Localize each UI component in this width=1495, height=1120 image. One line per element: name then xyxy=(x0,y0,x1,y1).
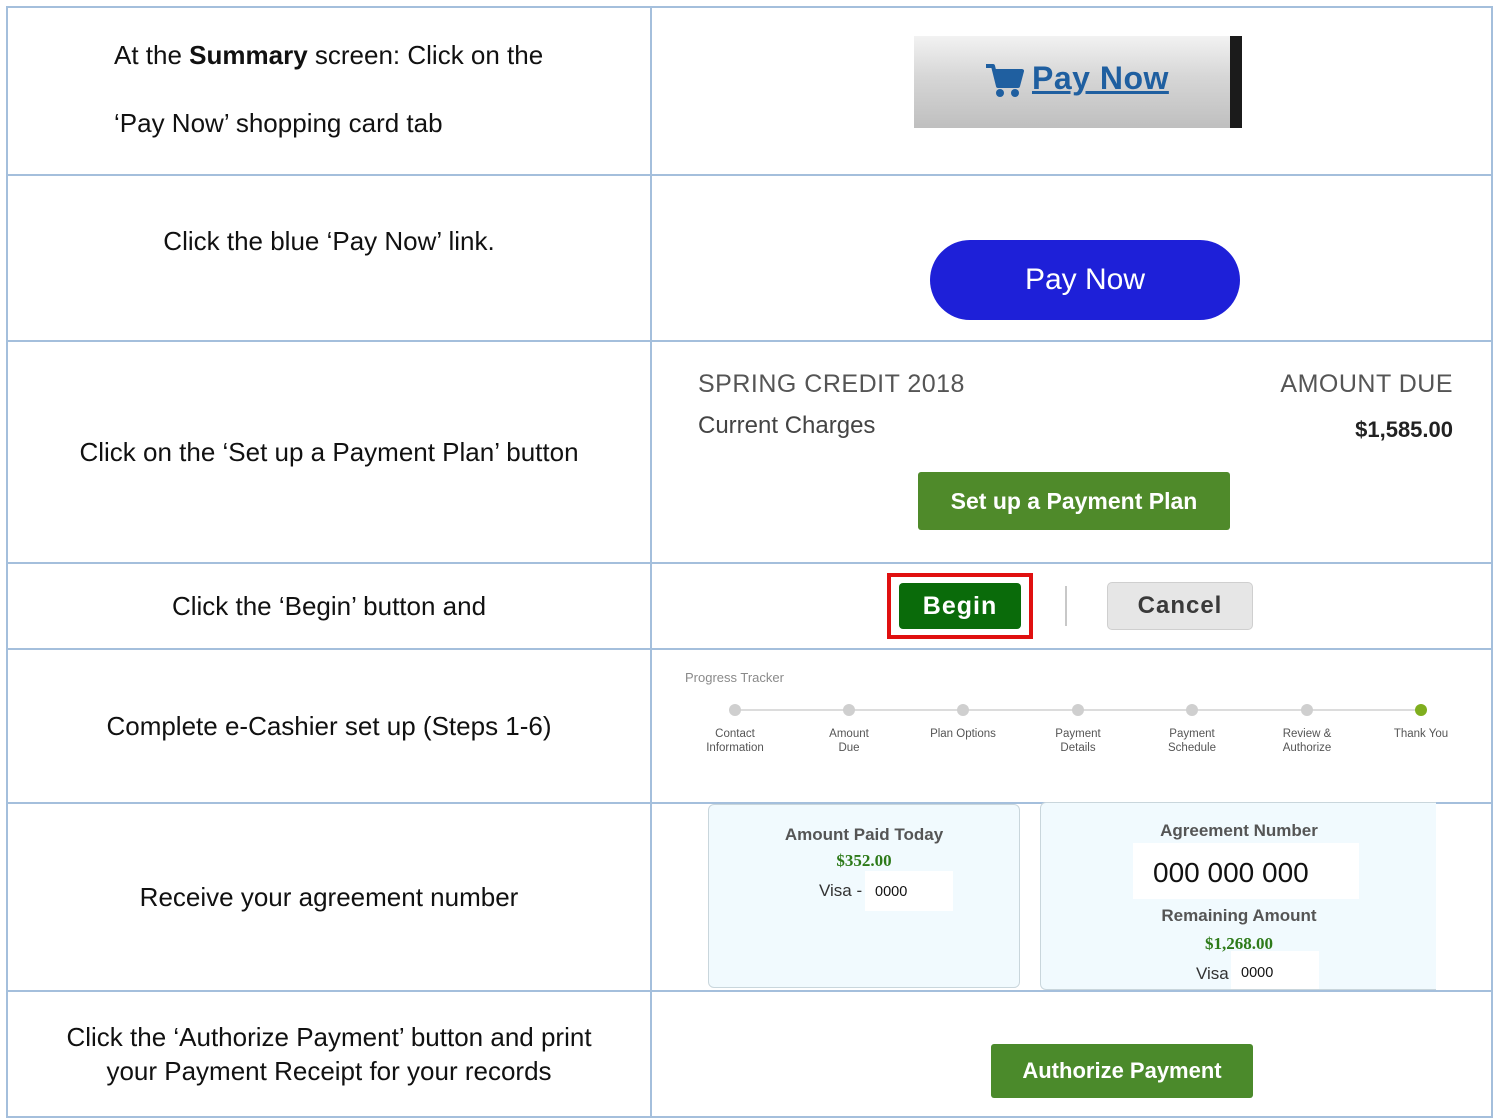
card-type-label: Visa xyxy=(1196,964,1229,983)
step-2-instruction: Click the blue ‘Pay Now’ link. xyxy=(8,176,650,340)
card-digits: 0000 xyxy=(875,884,908,900)
amount-due-value: $1,585.00 xyxy=(1355,417,1453,442)
step-3-image: SPRING CREDIT 2018 AMOUNT DUE Current Ch… xyxy=(652,342,1491,562)
amount-paid-value: $352.00 xyxy=(836,851,892,870)
instruction-table: At the Summary screen: Click on the ‘Pay… xyxy=(6,6,1493,1118)
step-4-image: Begin Cancel xyxy=(652,564,1491,648)
instruction-text: Click the ‘Authorize Payment’ button and… xyxy=(66,1022,592,1052)
step-7-image: Authorize Payment xyxy=(652,992,1491,1116)
instruction-text: Complete e-Cashier set up (Steps 1-6) xyxy=(106,711,552,741)
instruction-text: ‘Pay Now’ shopping card tab xyxy=(114,108,443,138)
pay-now-tab[interactable]: Pay Now xyxy=(914,36,1242,128)
progress-step-label-line: Due xyxy=(838,742,860,754)
progress-step-label-line: Details xyxy=(1060,742,1096,754)
instruction-text: At the xyxy=(114,40,190,70)
progress-step-label-line: Information xyxy=(706,742,764,754)
progress-step-label: Contact Information xyxy=(680,727,790,755)
progress-tracker: Progress Tracker Contact Information Amoun… xyxy=(652,650,1491,802)
step-3-instruction: Click on the ‘Set up a Payment Plan’ but… xyxy=(8,342,650,562)
instruction-text: Click the ‘Begin’ button and xyxy=(171,591,487,621)
step-7-instruction: Click the ‘Authorize Payment’ button and… xyxy=(8,992,650,1116)
card-digits-box: 0000 xyxy=(1231,951,1319,989)
agreement-number-box: 000 000 000 xyxy=(1133,843,1359,899)
authorize-payment-button[interactable]: Authorize Payment xyxy=(991,1044,1253,1098)
begin-highlight: Begin xyxy=(887,573,1033,639)
current-charges-label: Current Charges xyxy=(698,412,876,439)
card-digits: 0000 xyxy=(1241,965,1274,981)
progress-step-label-line: Payment xyxy=(1055,728,1101,740)
instruction-text: Click the blue ‘Pay Now’ link. xyxy=(163,226,495,256)
progress-step-label-line: Authorize xyxy=(1282,742,1332,754)
progress-step-label: Payment Schedule xyxy=(1137,727,1247,755)
instruction-text: Receive your agreement number xyxy=(139,882,519,912)
instruction-bold-text: Summary xyxy=(189,40,308,70)
progress-step-label-line: Payment xyxy=(1169,728,1215,740)
progress-step-label: Amount Due xyxy=(794,727,904,755)
agreement-number: 000 000 000 xyxy=(1153,857,1309,888)
pay-now-button[interactable]: Pay Now xyxy=(930,240,1240,320)
amount-paid-card: Amount Paid Today $352.00 Visa - 0000 xyxy=(708,804,1020,988)
progress-step-label-line: Review & xyxy=(1282,728,1332,740)
progress-step-dot xyxy=(1415,704,1427,716)
progress-step-label-line: Plan Options xyxy=(930,728,996,740)
term-label: SPRING CREDIT 2018 xyxy=(698,370,965,398)
cancel-button[interactable]: Cancel xyxy=(1107,582,1253,630)
progress-step-dot xyxy=(1186,704,1198,716)
progress-step-label: Plan Options xyxy=(908,727,1018,741)
progress-step-label: Payment Details xyxy=(1023,727,1133,755)
instruction-text: screen: Click on the xyxy=(307,40,544,70)
step-1-instruction: At the Summary screen: Click on the ‘Pay… xyxy=(8,8,650,174)
step-4-instruction: Click the ‘Begin’ button and xyxy=(8,564,650,648)
pay-now-tab-label: Pay Now xyxy=(1032,60,1169,96)
progress-step-dot xyxy=(729,704,741,716)
progress-step-label-line: Amount xyxy=(829,728,869,740)
card-type-label: Visa - xyxy=(819,881,863,900)
instruction-text: your Payment Receipt for your records xyxy=(106,1056,552,1086)
progress-step-label: Thank You xyxy=(1366,727,1476,741)
card-digits-box: 0000 xyxy=(865,871,953,911)
step-6-instruction: Receive your agreement number xyxy=(8,804,650,990)
setup-payment-plan-button[interactable]: Set up a Payment Plan xyxy=(918,472,1230,530)
step-6-image: Amount Paid Today $352.00 Visa - 0000 Ag… xyxy=(652,802,1491,990)
agreement-number-title: Agreement Number xyxy=(1160,821,1318,840)
step-5-instruction: Complete e-Cashier set up (Steps 1-6) xyxy=(8,650,650,802)
progress-step-label-line: Schedule xyxy=(1168,742,1216,754)
progress-step-label: Review & Authorize xyxy=(1252,727,1362,755)
progress-step-label-line: Contact xyxy=(715,728,755,740)
progress-step-dot xyxy=(1301,704,1313,716)
progress-step-dot xyxy=(843,704,855,716)
amount-paid-title: Amount Paid Today xyxy=(784,825,944,844)
shopping-cart-icon xyxy=(984,60,1024,105)
instruction-text: Click on the ‘Set up a Payment Plan’ but… xyxy=(79,437,579,467)
progress-step-dot xyxy=(1072,704,1084,716)
step-2-image: Pay Now xyxy=(652,176,1491,340)
progress-step-label-line: Thank You xyxy=(1393,728,1449,740)
remaining-amount-title: Remaining Amount xyxy=(1161,906,1317,925)
progress-step-dot xyxy=(957,704,969,716)
button-separator xyxy=(1065,586,1067,626)
agreement-card: Agreement Number 000 000 000 Remaining A… xyxy=(1040,802,1436,990)
begin-button[interactable]: Begin xyxy=(899,583,1021,629)
step-1-image: Pay Now xyxy=(652,8,1491,174)
progress-tracker-title: Progress Tracker xyxy=(685,670,784,685)
amount-due-header: AMOUNT DUE xyxy=(1280,370,1453,398)
